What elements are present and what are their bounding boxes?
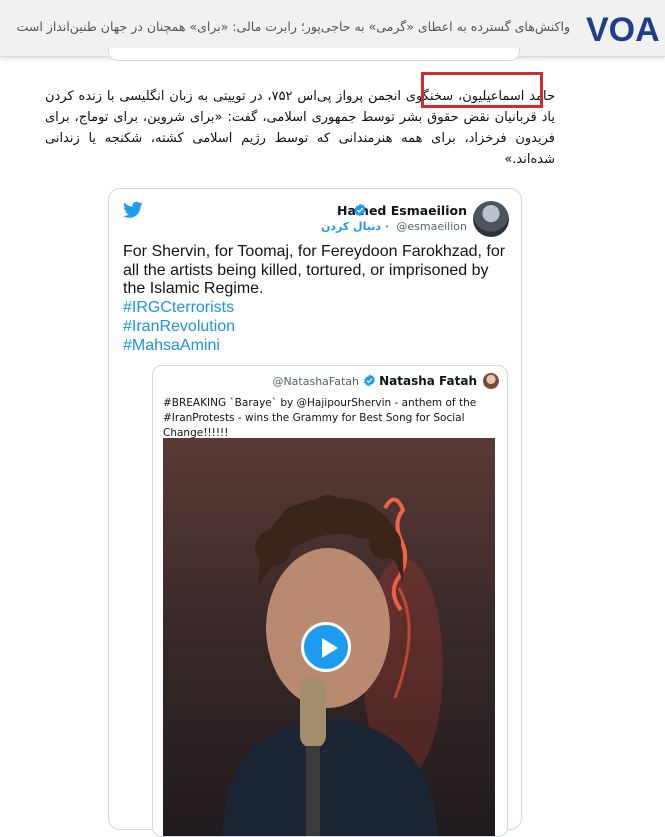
follow-link[interactable]: · دنبال کردن — [321, 220, 389, 233]
quoted-tweet[interactable]: Natasha Fatah @NatashaFatah #BREAKING `B… — [152, 365, 508, 837]
red-highlight-box — [421, 72, 543, 108]
article-headline[interactable]: واکنش‌های گسترده به اعطای «گرمی» به حاجی… — [10, 19, 570, 34]
verified-badge-icon — [364, 374, 375, 387]
quoted-author-handle[interactable]: @NatashaFatah — [272, 375, 359, 388]
embedded-tweet[interactable]: Hamed Esmaeilion @esmaeilion · دنبال کرد… — [108, 188, 522, 837]
hashtag-link[interactable]: #IRGCterrorists — [123, 299, 508, 318]
quoted-author-name[interactable]: Natasha Fatah — [379, 374, 477, 388]
quoted-author-avatar[interactable] — [483, 373, 499, 389]
author-handle[interactable]: @esmaeilion — [396, 220, 467, 233]
tweet-text: For Shervin, for Toomaj, for Fereydoon F… — [123, 243, 506, 298]
video-thumbnail[interactable] — [163, 438, 495, 836]
voa-logo[interactable]: VOA — [585, 11, 661, 45]
author-avatar[interactable] — [473, 201, 509, 237]
hashtag-link[interactable]: #IranRevolution — [123, 318, 508, 337]
play-button[interactable] — [301, 622, 351, 672]
quoted-tweet-text: #BREAKING `Baraye` by @HajipourShervin -… — [163, 397, 477, 439]
voa-logo-text: VOA — [586, 11, 660, 45]
verified-badge-icon — [354, 203, 366, 217]
previous-embed-edge — [108, 48, 520, 61]
twitter-bird-icon[interactable] — [123, 201, 143, 219]
hashtag-link[interactable]: #MahsaAmini — [123, 337, 508, 356]
tweet-body: For Shervin, for Toomaj, for Fereydoon F… — [123, 243, 508, 355]
